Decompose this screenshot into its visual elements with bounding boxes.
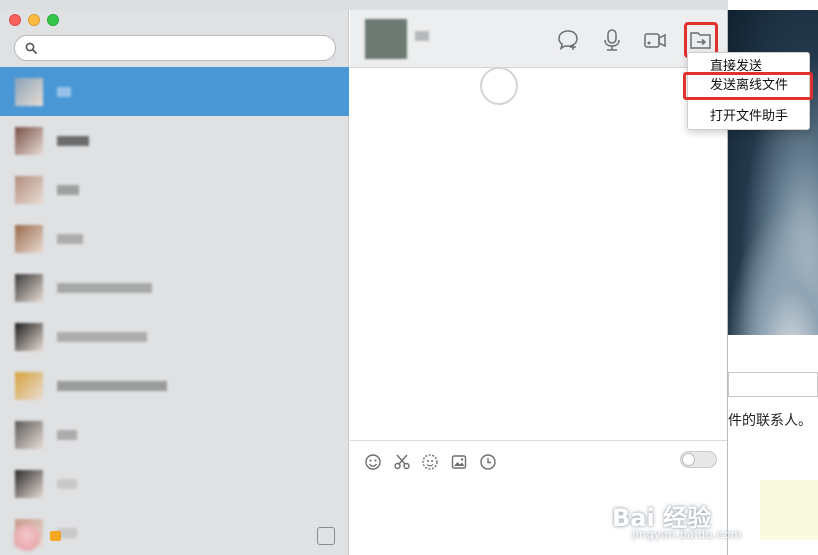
- contact-name-redacted: [57, 429, 77, 440]
- zoom-window-button[interactable]: [47, 14, 59, 26]
- contact-name-redacted: [57, 380, 167, 391]
- emoji-icon[interactable]: [364, 453, 382, 471]
- contact-avatar[interactable]: [365, 19, 407, 59]
- loading-spinner: [480, 67, 518, 105]
- microphone-icon[interactable]: [599, 27, 625, 53]
- search-input[interactable]: [43, 39, 323, 57]
- contact-list-item[interactable]: [0, 263, 349, 312]
- offline-file-highlight-box: [683, 72, 813, 100]
- contact-avatar: [15, 224, 43, 253]
- contact-list: [0, 67, 349, 555]
- window-controls: [9, 14, 59, 26]
- contact-avatar: [15, 469, 43, 498]
- contact-avatar: [15, 77, 43, 106]
- clock-icon[interactable]: [479, 453, 497, 471]
- contact-list-item[interactable]: [0, 312, 349, 361]
- toggle-knob: [682, 453, 695, 466]
- contact-name: [415, 31, 429, 41]
- search-box[interactable]: [14, 35, 336, 61]
- close-window-button[interactable]: [9, 14, 21, 26]
- my-avatar[interactable]: [14, 525, 40, 551]
- sidebar: [0, 10, 349, 555]
- chat-pane: [350, 10, 727, 555]
- sidebar-footer: [0, 519, 349, 555]
- contact-name-redacted: [57, 478, 77, 489]
- contact-name-redacted: [57, 135, 89, 146]
- chat-header: [350, 10, 727, 68]
- contact-name-redacted: [57, 331, 147, 342]
- contact-name-redacted: [57, 86, 71, 97]
- image-icon[interactable]: [450, 453, 468, 471]
- contact-list-item[interactable]: [0, 410, 349, 459]
- search-icon: [25, 42, 37, 54]
- send-file-menu: 直接发送 发送离线文件 打开文件助手: [683, 52, 813, 130]
- contact-list-item[interactable]: [0, 459, 349, 508]
- contact-name-redacted: [57, 233, 83, 244]
- contact-list-item[interactable]: [0, 214, 349, 263]
- video-camera-icon[interactable]: [642, 27, 668, 53]
- baidu-jingyan-watermark: Bai 经验 jingyan.baidu.com: [612, 498, 812, 548]
- mail-icon[interactable]: [50, 531, 61, 541]
- menu-item-open-file-assistant[interactable]: 打开文件助手: [688, 106, 811, 128]
- background-window-text: 件的联系人。: [728, 413, 812, 429]
- chat-window: [0, 10, 728, 555]
- contacts-book-icon[interactable]: [317, 527, 335, 545]
- contact-avatar: [15, 273, 43, 302]
- minimize-window-button[interactable]: [28, 14, 40, 26]
- contact-avatar: [15, 126, 43, 155]
- screenshot-scissors-icon[interactable]: [393, 453, 411, 471]
- watermark-url: jingyan.baidu.com: [632, 528, 743, 541]
- voice-toggle[interactable]: [680, 451, 717, 468]
- contact-list-item[interactable]: [0, 67, 349, 116]
- background-window-field: [728, 372, 818, 397]
- contact-avatar: [15, 322, 43, 351]
- contact-name-redacted: [57, 282, 152, 293]
- contact-list-item[interactable]: [0, 165, 349, 214]
- contact-avatar: [15, 175, 43, 204]
- contact-avatar: [15, 371, 43, 400]
- contact-name-redacted: [57, 184, 79, 195]
- contact-list-item[interactable]: [0, 361, 349, 410]
- contact-list-item[interactable]: [0, 116, 349, 165]
- sticker-icon[interactable]: [421, 453, 439, 471]
- chat-bubble-icon[interactable]: [555, 27, 581, 53]
- contact-avatar: [15, 420, 43, 449]
